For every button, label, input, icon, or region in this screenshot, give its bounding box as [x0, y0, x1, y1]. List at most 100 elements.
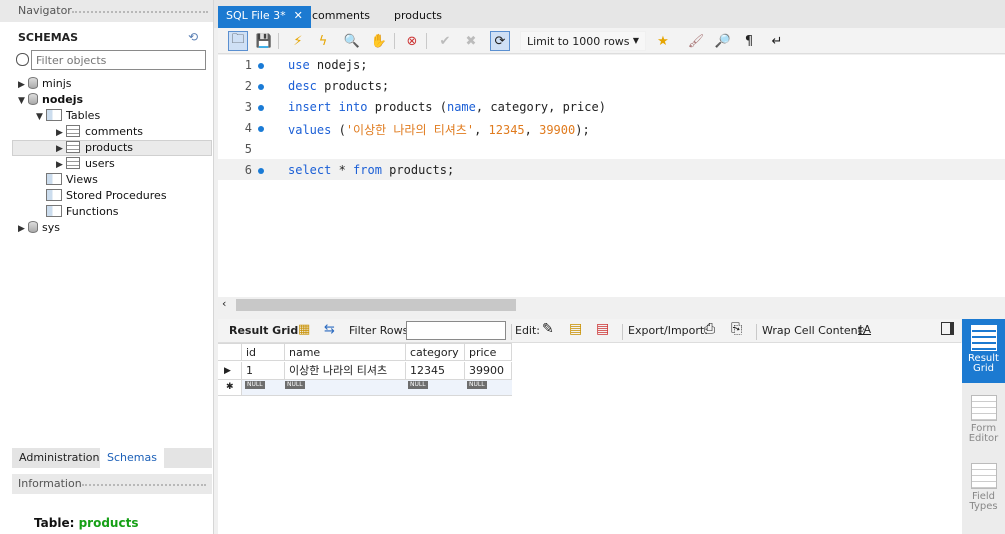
table-cell[interactable]: 39900: [465, 362, 512, 380]
toggle-error-icon[interactable]: ⊗: [402, 31, 422, 51]
result-grid-label: Result Grid: [229, 324, 299, 337]
add-row-icon[interactable]: ▤: [569, 321, 582, 337]
wrap-cell-label: Wrap Cell Content:: [762, 324, 866, 337]
dropdown-arrow-icon: ▼: [632, 36, 639, 45]
tab-products[interactable]: products: [386, 6, 450, 28]
side-form-editor-label: Form Editor: [968, 423, 999, 444]
tree-schema-sys[interactable]: ▶ sys: [18, 220, 60, 236]
tab-sql-file-3[interactable]: SQL File 3* ✕: [218, 6, 311, 28]
code-line[interactable]: select * from products;: [288, 163, 454, 177]
result-toolbar: Result Grid ▦ ⇆ Filter Rows: Edit: ✎ ▤ ▤…: [218, 319, 961, 343]
import-icon[interactable]: ⎘: [731, 321, 742, 337]
result-side-panel: Result Grid Form Editor Field Types: [962, 319, 1005, 534]
export-import-label: Export/Import:: [628, 324, 708, 337]
refresh-schemas-icon[interactable]: ⟲: [188, 30, 198, 44]
column-header-name[interactable]: name: [285, 343, 406, 361]
statement-marker-icon: [258, 63, 264, 69]
column-header-id[interactable]: id: [242, 343, 285, 361]
scroll-left-icon[interactable]: ‹: [222, 297, 226, 310]
schemas-title: SCHEMAS: [18, 31, 79, 44]
tab-schemas[interactable]: Schemas: [100, 448, 164, 468]
autocommit-icon[interactable]: ⟳: [490, 31, 510, 51]
column-header-category[interactable]: category: [406, 343, 465, 361]
tree-folder-functions[interactable]: Functions: [46, 204, 119, 220]
table-cell[interactable]: 이상한 나라의 티셔츠: [285, 362, 406, 380]
code-line[interactable]: values ('이상한 나라의 티셔츠', 12345, 39900);: [288, 121, 590, 138]
export-icon[interactable]: ⎙: [704, 321, 715, 337]
expand-arrow-icon[interactable]: ▶: [56, 157, 66, 173]
tab-comments[interactable]: comments: [304, 6, 378, 28]
null-badge: NULL: [285, 381, 305, 389]
delete-row-icon[interactable]: ▤: [596, 321, 609, 337]
code-line[interactable]: use nodejs;: [288, 58, 367, 72]
table-cell[interactable]: 1: [242, 362, 285, 380]
line-number: 1: [244, 58, 252, 72]
tree-table-comments[interactable]: ▶ comments: [56, 124, 143, 140]
beautify-icon[interactable]: 🖌: [686, 31, 706, 51]
column-header-price[interactable]: price: [465, 343, 512, 361]
result-grid[interactable]: id name category price ▶ 1 이상한 나라의 티셔츠 1…: [218, 343, 962, 534]
information-header: Information: [12, 474, 212, 494]
expand-arrow-icon[interactable]: ▶: [56, 125, 66, 141]
collapse-arrow-icon[interactable]: ▼: [36, 109, 46, 125]
open-file-icon[interactable]: 🗀: [228, 31, 248, 51]
tables-folder-icon: [46, 109, 62, 121]
tree-schema-nodejs[interactable]: ▼ nodejs: [18, 92, 83, 108]
null-badge: NULL: [408, 381, 428, 389]
code-line[interactable]: desc products;: [288, 79, 389, 93]
row-pointer-icon[interactable]: ▶: [218, 362, 242, 380]
grid-icon[interactable]: ▦: [298, 322, 310, 337]
tree-folder-stored-procedures[interactable]: Stored Procedures: [46, 188, 167, 204]
table-cell[interactable]: 12345: [406, 362, 465, 380]
line-number: 2: [244, 79, 252, 93]
tab-administration[interactable]: Administration: [12, 448, 107, 468]
tree-folder-tables[interactable]: ▼ Tables: [36, 108, 100, 124]
side-result-grid[interactable]: Result Grid: [962, 319, 1005, 383]
filter-rows-input[interactable]: [406, 321, 506, 340]
wrap-cell-icon[interactable]: ‡A: [858, 323, 871, 336]
information-title: Information: [18, 477, 82, 490]
sql-editor[interactable]: 1 use nodejs; 2 desc products; 3 insert into …: [218, 55, 1005, 297]
row-header-corner: [218, 343, 242, 361]
invisible-chars-icon[interactable]: ¶: [739, 31, 759, 51]
side-form-editor[interactable]: Form Editor: [962, 389, 1005, 449]
null-badge: NULL: [245, 381, 265, 389]
limit-rows-select[interactable]: Limit to 1000 rows ▼: [520, 31, 646, 51]
expand-arrow-icon[interactable]: ▶: [18, 77, 28, 93]
code-line[interactable]: insert into products (name, category, pr…: [288, 100, 606, 114]
close-icon[interactable]: ✕: [294, 9, 303, 22]
database-icon: [28, 77, 38, 89]
scrollbar-thumb[interactable]: [236, 299, 516, 311]
result-grid-icon: [970, 325, 997, 351]
expand-arrow-icon[interactable]: ▶: [56, 141, 66, 157]
tree-schema-minjs[interactable]: ▶ minjs: [18, 76, 72, 92]
tree-folder-views[interactable]: Views: [46, 172, 98, 188]
commit-icon[interactable]: ✔: [435, 31, 455, 51]
execute-icon[interactable]: ⚡: [288, 31, 308, 51]
tree-table-products[interactable]: ▶ products: [56, 140, 133, 156]
editor-horizontal-scrollbar[interactable]: ‹: [218, 297, 1005, 313]
toggle-panel-icon[interactable]: [941, 322, 954, 335]
line-number: 4: [244, 121, 252, 135]
refresh-icon[interactable]: ⇆: [324, 322, 335, 337]
form-editor-icon: [970, 395, 997, 421]
line-number: 5: [244, 142, 252, 156]
line-number: 6: [244, 163, 252, 177]
execute-current-icon[interactable]: ϟ: [313, 31, 333, 51]
edit-row-icon[interactable]: ✎: [542, 321, 554, 337]
save-icon[interactable]: 💾: [254, 31, 274, 51]
toolbar-separator: [278, 33, 279, 49]
add-snippet-icon[interactable]: ★: [653, 31, 673, 51]
collapse-arrow-icon[interactable]: ▼: [18, 93, 28, 109]
filter-objects-input[interactable]: [31, 50, 206, 70]
stop-icon[interactable]: ✋: [369, 31, 389, 51]
expand-arrow-icon[interactable]: ▶: [18, 221, 28, 237]
rollback-icon[interactable]: ✖: [461, 31, 481, 51]
header-grip: [72, 11, 208, 13]
explain-icon[interactable]: 🔍: [342, 31, 362, 51]
side-field-types[interactable]: Field Types: [962, 457, 1005, 517]
tree-table-users[interactable]: ▶ users: [56, 156, 115, 172]
wrap-lines-icon[interactable]: ↵: [767, 31, 787, 51]
find-icon[interactable]: 🔎: [713, 31, 733, 51]
editor-tab-bar: SQL File 3* ✕ comments products: [214, 0, 1005, 28]
